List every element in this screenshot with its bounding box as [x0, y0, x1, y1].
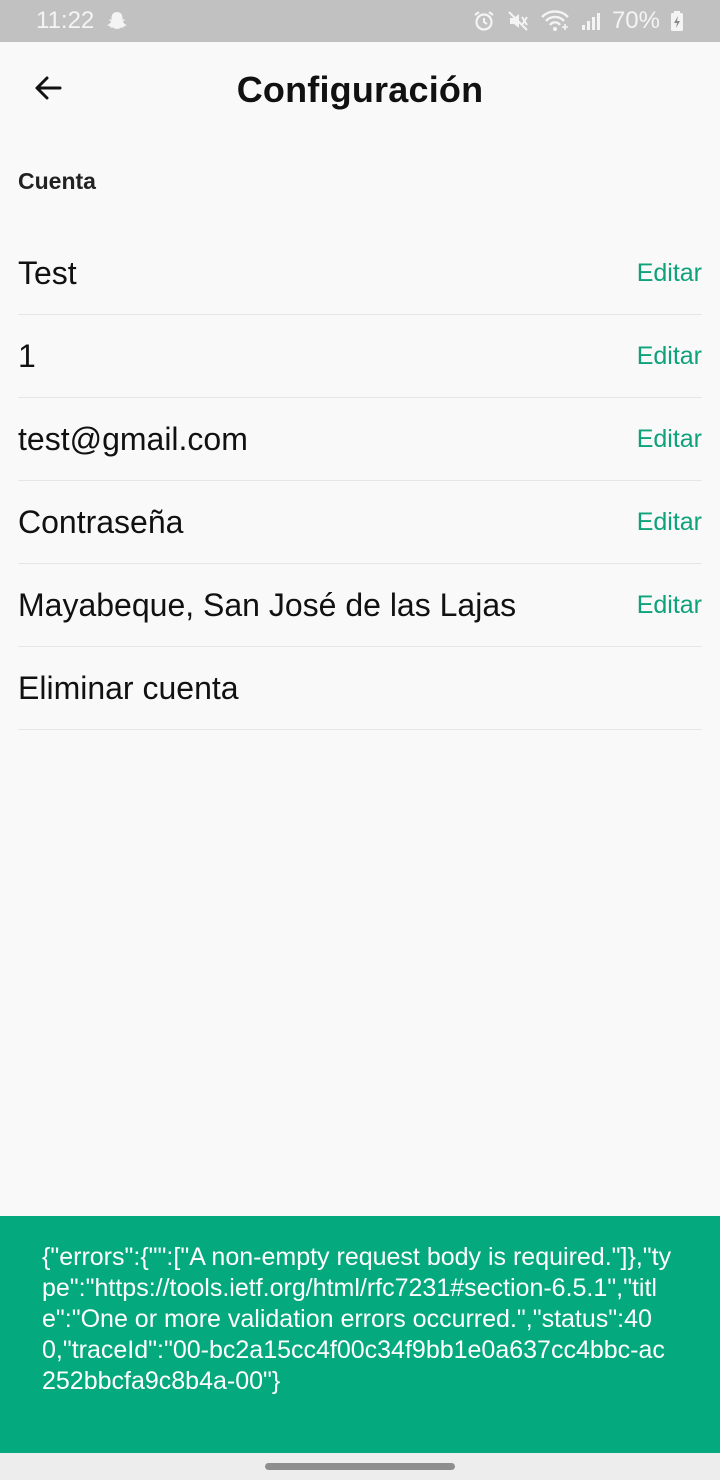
home-gesture-handle[interactable] [265, 1463, 455, 1470]
edit-name-button[interactable]: Editar [637, 259, 702, 288]
edit-email-button[interactable]: Editar [637, 425, 702, 454]
settings-row-email: test@gmail.com Editar [18, 398, 702, 481]
delete-account-row[interactable]: Eliminar cuenta [18, 647, 702, 730]
status-bar: 11:22 70% [0, 0, 720, 42]
snackbar-message: {"errors":{"":["A non-empty request body… [42, 1243, 672, 1395]
back-button[interactable] [22, 64, 74, 116]
battery-charging-icon [670, 10, 684, 32]
mute-icon [506, 9, 530, 33]
settings-row-password: Contraseña Editar [18, 481, 702, 564]
account-settings-list: Test Editar 1 Editar test@gmail.com Edit… [18, 232, 702, 730]
battery-percent: 70% [611, 7, 660, 34]
row-label: Contraseña [18, 503, 184, 540]
signal-icon [580, 10, 602, 32]
status-bar-left: 11:22 [36, 7, 128, 35]
settings-row-phone: 1 Editar [18, 315, 702, 398]
error-snackbar: {"errors":{"":["A non-empty request body… [0, 1216, 720, 1453]
settings-row-name: Test Editar [18, 232, 702, 315]
app-header: Configuración [0, 42, 720, 138]
settings-row-location: Mayabeque, San José de las Lajas Editar [18, 564, 702, 647]
status-bar-right: 70% [472, 7, 684, 35]
row-label: test@gmail.com [18, 420, 248, 457]
system-nav-bar [0, 1453, 720, 1480]
page-title: Configuración [236, 69, 484, 110]
edit-password-button[interactable]: Editar [637, 508, 702, 537]
edit-phone-button[interactable]: Editar [637, 342, 702, 371]
status-time: 11:22 [36, 7, 95, 34]
alarm-icon [472, 9, 496, 33]
edit-location-button[interactable]: Editar [637, 591, 702, 620]
wifi-icon [540, 9, 570, 33]
section-label-account: Cuenta [18, 168, 96, 194]
row-label: Test [18, 254, 77, 291]
snapchat-ghost-icon [106, 10, 128, 32]
row-label: Mayabeque, San José de las Lajas [18, 586, 517, 623]
delete-account-label: Eliminar cuenta [18, 669, 239, 706]
arrow-left-icon [32, 72, 64, 109]
row-label: 1 [18, 337, 36, 374]
